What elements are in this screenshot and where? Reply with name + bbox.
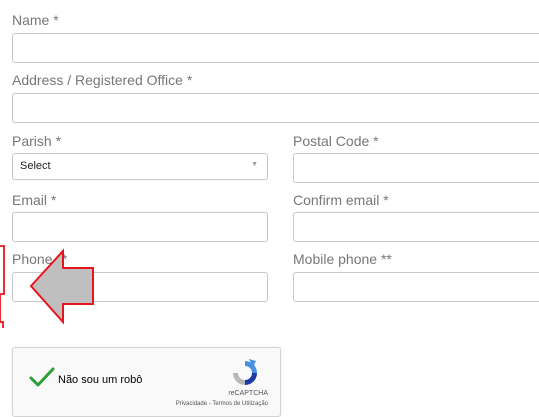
annotation-arrow	[29, 248, 94, 325]
parish-select-value: Select	[20, 160, 51, 172]
address-label: Address / Registered Office *	[12, 72, 193, 88]
name-label: Name *	[12, 12, 59, 28]
parish-select[interactable]: Select ▼	[12, 153, 268, 180]
chevron-down-icon: ▼	[251, 161, 258, 168]
annotation-arrow-icon	[0, 245, 94, 328]
address-input[interactable]	[12, 93, 539, 123]
mobile-phone-input[interactable]	[293, 272, 539, 302]
mobile-phone-label: Mobile phone **	[293, 251, 392, 267]
postal-code-input[interactable]	[293, 153, 539, 183]
postal-code-label: Postal Code *	[293, 133, 379, 149]
recaptcha-brand: reCAPTCHA	[228, 390, 268, 397]
recaptcha-logo-icon	[233, 359, 257, 385]
confirm-email-label: Confirm email *	[293, 192, 389, 208]
recaptcha-label: Não sou um robô	[58, 374, 143, 386]
email-input[interactable]	[12, 212, 268, 242]
parish-label: Parish *	[12, 133, 62, 149]
terms-link[interactable]: Termos de Utilização	[212, 401, 268, 407]
privacy-link[interactable]: Privacidade	[176, 401, 207, 407]
email-label: Email *	[12, 192, 57, 208]
confirm-email-input[interactable]	[293, 212, 539, 242]
recaptcha-links: Privacidade - Termos de Utilização	[176, 401, 268, 407]
checkmark-icon[interactable]	[29, 367, 55, 387]
name-input[interactable]	[12, 33, 539, 63]
annotation-highlight-box	[0, 245, 5, 328]
recaptcha-widget: Não sou um robô reCAPTCHA Privacidade - …	[12, 347, 281, 417]
